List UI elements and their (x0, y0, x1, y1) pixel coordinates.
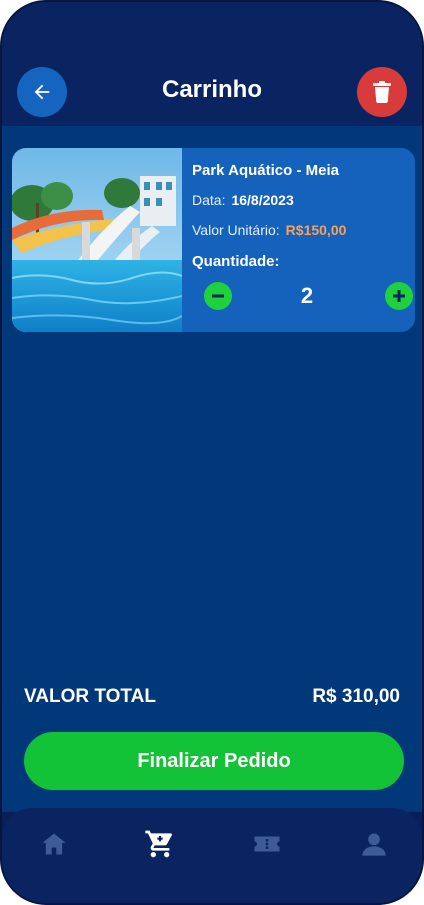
nav-cart[interactable] (140, 824, 180, 864)
increase-quantity-button[interactable] (385, 282, 413, 310)
nav-profile[interactable] (354, 824, 394, 864)
clear-cart-button[interactable] (357, 67, 407, 117)
home-icon (42, 833, 66, 855)
unit-price-row: Valor Unitário: R$150,00 (192, 222, 346, 238)
cart-item-info: Park Aquático - Meia Data: 16/8/2023 Valo… (192, 148, 413, 332)
date-row: Data: 16/8/2023 (192, 192, 294, 208)
checkout-button[interactable]: Finalizar Pedido (24, 732, 404, 790)
nav-tickets[interactable] (247, 824, 287, 864)
quantity-value: 2 (300, 283, 314, 308)
cart-item-card: Park Aquático - Meia Data: 16/8/2023 Valo… (12, 148, 415, 332)
minus-icon (212, 294, 224, 298)
bottom-navigation (2, 808, 422, 903)
plus-icon (393, 290, 405, 302)
app-header: Carrinho (2, 2, 422, 126)
ticket-icon (254, 836, 280, 852)
nav-home[interactable] (34, 824, 74, 864)
cart-content: Park Aquático - Meia Data: 16/8/2023 Valo… (2, 126, 422, 812)
total-value: R$ 310,00 (312, 686, 400, 707)
total-label: VALOR TOTAL (24, 686, 156, 707)
unit-price-label: Valor Unitário: (192, 222, 280, 238)
product-name: Park Aquático - Meia (192, 162, 339, 179)
date-value: 16/8/2023 (231, 192, 294, 208)
total-row: VALOR TOTAL R$ 310,00 (24, 686, 400, 708)
date-label: Data: (192, 192, 226, 208)
user-icon (362, 833, 386, 856)
decrease-quantity-button[interactable] (204, 282, 232, 310)
water-park-photo (12, 148, 182, 332)
trash-icon (373, 81, 391, 103)
quantity-label: Quantidade: (192, 253, 280, 270)
cart-icon (145, 830, 172, 858)
phone-frame: Carrinho Park Aquático - Meia Data: 16/8… (0, 0, 424, 905)
unit-price-value: R$150,00 (285, 222, 347, 238)
